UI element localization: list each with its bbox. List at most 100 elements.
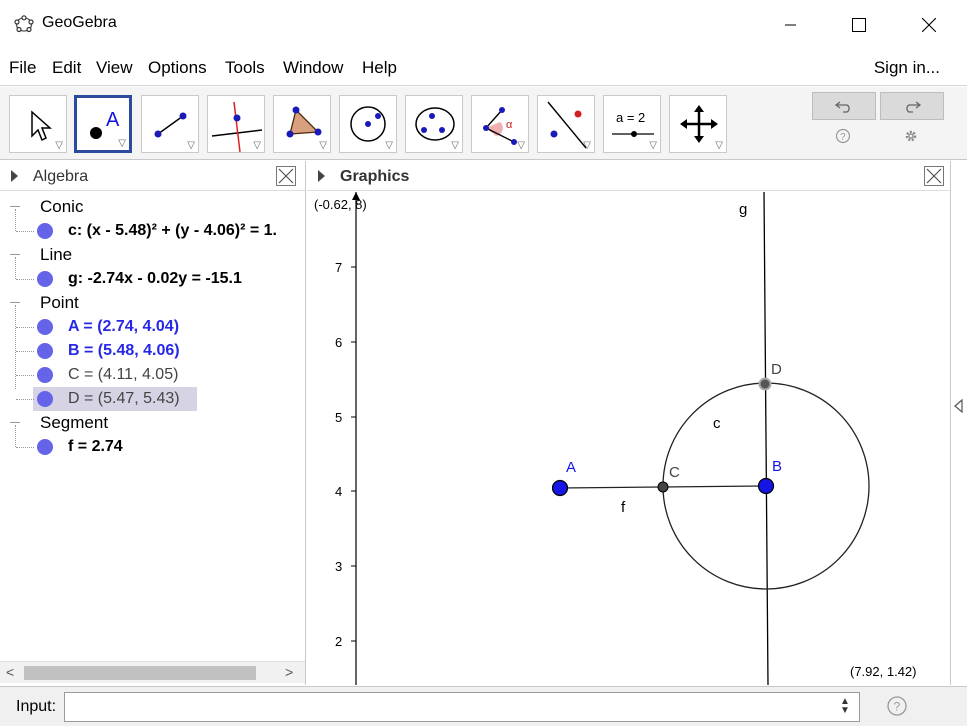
slider-tool-label: a = 2 (616, 110, 645, 125)
dropdown-triangle-icon: ▽ (649, 140, 657, 151)
angle-tool-label: α (506, 119, 513, 131)
menu-options[interactable]: Options (148, 58, 207, 78)
menu-help[interactable]: Help (362, 58, 397, 78)
point-d[interactable] (758, 377, 772, 391)
menu-edit[interactable]: Edit (52, 58, 81, 78)
minimize-icon (785, 24, 796, 26)
undo-button[interactable] (812, 92, 876, 120)
circle-center-point-tool-button[interactable]: ▽ (339, 95, 397, 153)
expand-arrow-icon[interactable] (11, 170, 18, 182)
gear-icon[interactable] (902, 127, 920, 145)
dropdown-triangle-icon: ▽ (715, 140, 723, 151)
graphics-panel: Graphics 7 6 5 4 3 2 (-0.62, 8) (7.92, 1… (307, 161, 950, 685)
perpendicular-line-tool-button[interactable]: ▽ (207, 95, 265, 153)
algebra-close-button[interactable] (276, 166, 296, 186)
point-a[interactable] (551, 479, 569, 497)
algebra-item-text: D = (5.47, 5.43) (68, 390, 180, 407)
visibility-toggle-icon[interactable] (37, 367, 53, 383)
visibility-toggle-icon[interactable] (37, 223, 53, 239)
scroll-right-icon[interactable]: > (285, 664, 293, 680)
y-ticks: 7 6 5 4 3 2 (335, 260, 356, 649)
algebra-item-text: C = (4.11, 4.05) (68, 366, 179, 383)
close-button[interactable] (906, 0, 952, 50)
help-icon[interactable]: ? (886, 695, 908, 717)
maximize-button[interactable] (836, 0, 882, 50)
tree-connector (16, 327, 34, 328)
algebra-item-a[interactable]: A = (2.74, 4.04) (0, 315, 305, 339)
tree-connector (15, 425, 16, 447)
label-c: c (713, 415, 721, 432)
horizontal-scrollbar[interactable]: < > (0, 661, 305, 683)
group-segment[interactable]: Segment (0, 411, 305, 435)
algebra-item-f[interactable]: f = 2.74 (0, 425, 305, 459)
toolbar: ▽ A ▽ ▽ ▽ ▽ ▽ ▽ α ▽ ▽ a = 2 ▽ ▽ ? (0, 87, 967, 160)
visibility-toggle-icon[interactable] (37, 271, 53, 287)
algebra-item-text: f = 2.74 (68, 438, 123, 455)
title-bar: GeoGebra (0, 0, 967, 50)
algebra-item-c[interactable]: c: (x - 5.48)² + (y - 4.06)² = 1. (0, 209, 305, 243)
graphics-close-button[interactable] (924, 166, 944, 186)
tree-connector (16, 231, 34, 232)
scroll-left-icon[interactable]: < (6, 664, 14, 680)
algebra-item-b[interactable]: B = (5.48, 4.06) (0, 339, 305, 363)
side-panel-toggle[interactable] (950, 161, 967, 685)
menu-view[interactable]: View (96, 58, 133, 78)
point-c[interactable] (657, 481, 669, 493)
y-tick-label: 4 (335, 484, 342, 499)
algebra-item-g[interactable]: g: -2.74x - 0.02y = -15.1 (0, 257, 305, 291)
group-point[interactable]: Point (0, 291, 305, 315)
segment-tool-button[interactable]: ▽ (141, 95, 199, 153)
dropdown-triangle-icon: ▽ (253, 140, 261, 151)
minimize-button[interactable] (768, 0, 814, 50)
y-tick-label: 5 (335, 410, 342, 425)
input-history-icon[interactable]: ▲ ▼ (840, 697, 850, 716)
scrollbar-thumb[interactable] (24, 666, 256, 680)
circle-three-points-tool-button[interactable]: ▽ (405, 95, 463, 153)
menu-bar: File Edit View Options Tools Window Help… (0, 50, 967, 86)
graphics-header: Graphics (307, 161, 950, 191)
corner-coordinates-top-left: (-0.62, 8) (314, 197, 367, 212)
move-graphics-tool-button[interactable]: ▽ (669, 95, 727, 153)
menu-tools[interactable]: Tools (225, 58, 265, 78)
input-bar: Input: ▲ ▼ ? (0, 686, 967, 726)
point-b[interactable] (757, 477, 775, 495)
slider-tool-button[interactable]: a = 2 ▽ (603, 95, 661, 153)
label-d: D (771, 361, 782, 378)
graphics-canvas[interactable]: 7 6 5 4 3 2 (-0.62, 8) (7.92, 1.42) g c … (307, 192, 950, 685)
visibility-toggle-icon[interactable] (37, 319, 53, 335)
point-tool-button[interactable]: A ▽ (74, 95, 132, 153)
group-conic[interactable]: Conic (0, 195, 305, 219)
y-tick-label: 3 (335, 559, 342, 574)
visibility-toggle-icon[interactable] (37, 343, 53, 359)
angle-tool-button[interactable]: α ▽ (471, 95, 529, 153)
tree-connector (16, 351, 34, 352)
redo-icon (906, 101, 922, 113)
menu-file[interactable]: File (9, 58, 36, 78)
close-icon (922, 18, 936, 32)
graphics-title: Graphics (340, 168, 410, 185)
algebra-header: Algebra (0, 161, 305, 191)
dropdown-triangle-icon: ▽ (451, 140, 459, 151)
visibility-toggle-icon[interactable] (37, 439, 53, 455)
move-tool-button[interactable]: ▽ (9, 95, 67, 153)
group-label: Conic (40, 197, 84, 216)
expand-arrow-icon[interactable] (318, 170, 325, 182)
polygon-tool-button[interactable]: ▽ (273, 95, 331, 153)
input-field[interactable] (64, 692, 860, 722)
visibility-toggle-icon[interactable] (37, 391, 53, 407)
algebra-item-c-point[interactable]: C = (4.11, 4.05) (0, 363, 305, 387)
group-line[interactable]: Line (0, 243, 305, 267)
reflect-tool-button[interactable]: ▽ (537, 95, 595, 153)
geogebra-logo-icon (14, 15, 34, 33)
svg-text:?: ? (894, 700, 901, 714)
dropdown-triangle-icon: ▽ (55, 140, 63, 151)
help-icon[interactable]: ? (835, 128, 851, 144)
redo-button[interactable] (880, 92, 944, 120)
line-g[interactable] (763, 192, 769, 685)
label-g: g (739, 201, 747, 218)
menu-window[interactable]: Window (283, 58, 343, 78)
tree-connector (15, 209, 16, 231)
algebra-item-d[interactable]: D = (5.47, 5.43) (0, 387, 305, 411)
group-label: Point (40, 293, 79, 312)
sign-in-link[interactable]: Sign in... (874, 58, 940, 78)
